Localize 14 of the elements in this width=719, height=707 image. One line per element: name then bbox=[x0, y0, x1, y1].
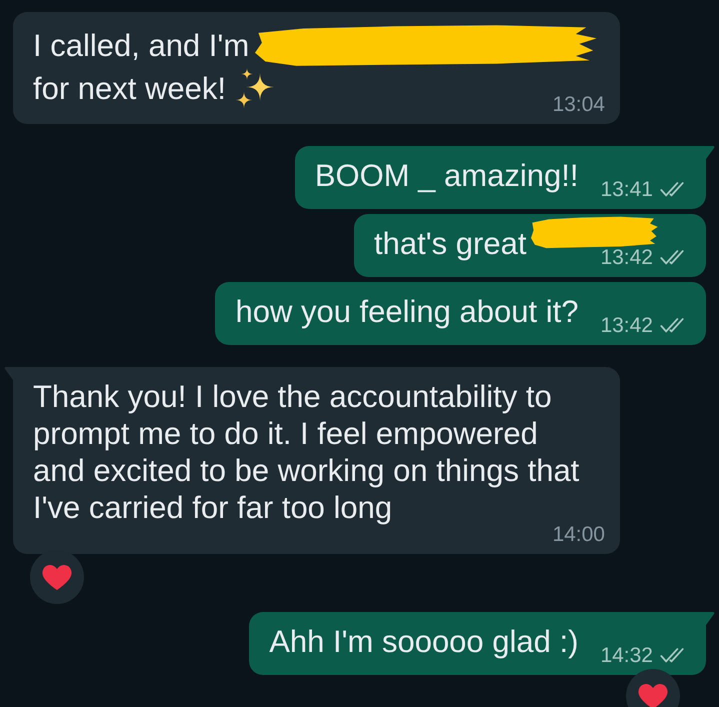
heart-reaction-icon[interactable] bbox=[626, 669, 680, 707]
message-text: Thank you! I love the accountability to prompt me to do it. I feel empowered and excited to be working on things that I've carried for far too long bbox=[33, 378, 580, 526]
message-time: 14:00 bbox=[552, 526, 605, 544]
message-time: 13:42 bbox=[600, 317, 653, 335]
message-text: that's great bbox=[374, 225, 526, 262]
message-text: how you feeling about it? bbox=[235, 293, 578, 330]
message-text: I called, and I'm bbox=[33, 26, 250, 64]
message-text: Ahh I'm sooooo glad :) bbox=[269, 623, 578, 660]
message-text: for next week! bbox=[33, 70, 226, 106]
message-time: 13:04 bbox=[552, 96, 605, 114]
message-text: BOOM _ amazing!! bbox=[314, 157, 578, 194]
message-time: 13:41 bbox=[600, 181, 653, 199]
message-time: 14:32 bbox=[600, 647, 653, 665]
message-time: 13:42 bbox=[600, 249, 653, 267]
